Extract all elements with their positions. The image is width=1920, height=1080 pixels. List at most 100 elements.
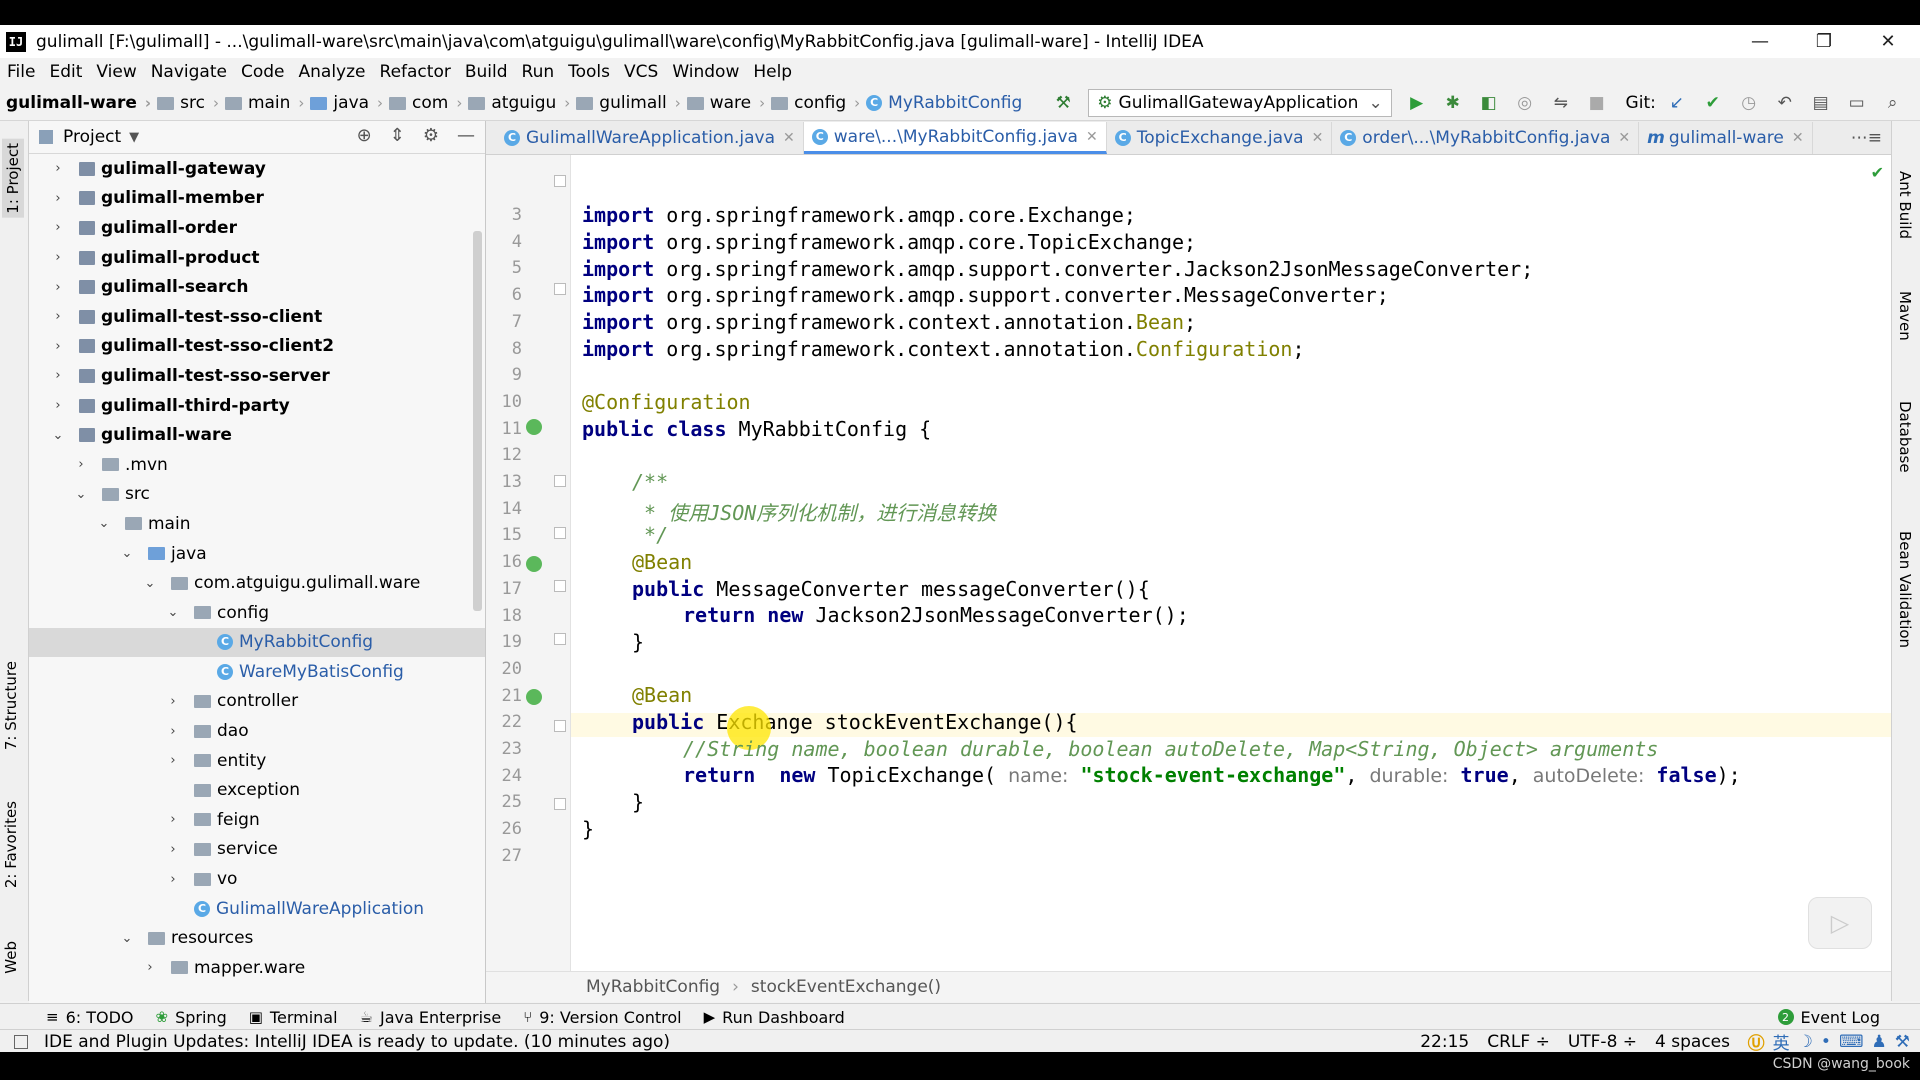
user-icon[interactable]: ♟ — [1872, 1032, 1887, 1052]
ime-logo-icon[interactable]: Ⓤ — [1748, 1029, 1765, 1052]
tree-item[interactable]: › dao — [29, 716, 485, 746]
todo-tool-button[interactable]: ≡ 6: TODO — [46, 1008, 134, 1027]
attach-icon[interactable]: ⇋ — [1550, 92, 1572, 114]
menu-vcs[interactable]: VCS — [617, 62, 665, 82]
run-config-select[interactable]: ⚙ GulimallGatewayApplication ⌄ — [1088, 89, 1392, 117]
tree-item[interactable]: › gulimall-test-sso-server — [29, 361, 485, 391]
close-icon[interactable]: ✕ — [1086, 129, 1098, 145]
wrench-icon[interactable]: ⚒ — [1895, 1032, 1910, 1052]
tree-item[interactable]: › gulimall-test-sso-client2 — [29, 332, 485, 362]
breadcrumb-class[interactable]: MyRabbitConfig — [586, 977, 720, 997]
fold-icon[interactable] — [554, 175, 566, 187]
spring-bean-icon[interactable] — [526, 689, 542, 705]
tab-gulimall-ware-pom[interactable]: m gulimall-ware ✕ — [1639, 122, 1813, 154]
menu-edit[interactable]: Edit — [42, 62, 89, 82]
tree-item[interactable]: ⌄ src — [29, 480, 485, 510]
chevron-right-icon[interactable]: › — [51, 280, 65, 295]
play-overlay-icon[interactable]: ▷ — [1808, 897, 1872, 949]
file-encoding[interactable]: UTF-8 ÷ — [1568, 1032, 1637, 1052]
chevron-right-icon[interactable]: › — [166, 724, 180, 739]
tab-gulimall-ware-application[interactable]: C GulimallWareApplication.java ✕ — [496, 122, 804, 154]
nav-crumb-main[interactable]: main › — [219, 93, 304, 113]
tree-item[interactable]: ⌄ config — [29, 598, 485, 628]
event-log-button[interactable]: 2 Event Log — [1777, 1008, 1880, 1027]
structure-tool-button[interactable]: 7: Structure — [2, 661, 20, 750]
chevron-right-icon[interactable]: › — [143, 960, 157, 975]
git-history-icon[interactable]: ◷ — [1738, 92, 1760, 114]
project-view-select[interactable]: Project — [63, 127, 121, 147]
menu-build[interactable]: Build — [458, 62, 515, 82]
tree-item[interactable]: › .mvn — [29, 450, 485, 480]
chevron-right-icon[interactable]: › — [51, 309, 65, 324]
fold-icon[interactable] — [554, 580, 566, 592]
restore-button[interactable]: ❐ — [1792, 25, 1856, 58]
tree-item[interactable]: › entity — [29, 746, 485, 776]
search-icon[interactable]: ⌕ — [1882, 92, 1904, 114]
git-rollback-icon[interactable]: ↶ — [1774, 92, 1796, 114]
git-commit-icon[interactable]: ✔ — [1702, 92, 1724, 114]
chevron-down-icon[interactable]: ⌄ — [166, 605, 180, 620]
fold-icon[interactable] — [554, 633, 566, 645]
chevron-right-icon[interactable]: › — [51, 250, 65, 265]
caret-position[interactable]: 22:15 — [1420, 1032, 1469, 1052]
java-enterprise-tool-button[interactable]: ☕ Java Enterprise — [360, 1008, 502, 1027]
menu-tools[interactable]: Tools — [561, 62, 617, 82]
presentation-icon[interactable]: ▭ — [1846, 92, 1868, 114]
toggle-tool-windows-icon[interactable] — [14, 1034, 28, 1049]
tree-item[interactable]: ⌄ main — [29, 509, 485, 539]
chevron-right-icon[interactable]: › — [166, 842, 180, 857]
chevron-right-icon[interactable]: › — [166, 812, 180, 827]
project-tool-button[interactable]: 1: Project — [2, 139, 24, 218]
terminal-tool-button[interactable]: ▣ Terminal — [249, 1008, 338, 1027]
nav-crumb-atguigu[interactable]: atguigu › — [462, 93, 570, 113]
hammer-build-icon[interactable]: ⚒ — [1052, 92, 1074, 114]
chevron-right-icon[interactable]: › — [166, 872, 180, 887]
chevron-down-icon[interactable]: ▼ — [129, 130, 139, 145]
code-editor[interactable]: 3 4 5 6 7 8 9 10 11 12 13 14 15 16 17 18 19 20 21 22 23 24 25 2… — [486, 155, 1892, 971]
spring-bean-icon[interactable] — [526, 419, 542, 435]
menu-refactor[interactable]: Refactor — [373, 62, 458, 82]
chevron-down-icon[interactable]: ⌄ — [143, 576, 157, 591]
git-update-icon[interactable]: ↙ — [1666, 92, 1688, 114]
run-icon[interactable]: ▶ — [1406, 92, 1428, 114]
gear-icon[interactable]: ⚙ — [423, 125, 439, 146]
tree-item[interactable]: › gulimall-test-sso-client — [29, 302, 485, 332]
line-separator[interactable]: CRLF ÷ — [1487, 1032, 1550, 1052]
close-button[interactable]: ✕ — [1856, 25, 1920, 58]
tree-item[interactable]: ⌄ gulimall-ware — [29, 420, 485, 450]
keyboard-icon[interactable]: ⌨ — [1839, 1032, 1864, 1052]
menu-view[interactable]: View — [89, 62, 143, 82]
nav-crumb-config[interactable]: config › — [765, 93, 860, 113]
tree-item[interactable]: › gulimall-product — [29, 243, 485, 273]
tree-item[interactable]: › gulimall-member — [29, 184, 485, 214]
chevron-right-icon[interactable]: › — [166, 694, 180, 709]
nav-crumb-src[interactable]: src › — [151, 93, 219, 113]
punctuation-icon[interactable]: • — [1821, 1032, 1831, 1052]
chevron-right-icon[interactable]: › — [166, 753, 180, 768]
tree-item[interactable]: › service — [29, 835, 485, 865]
tree-item[interactable]: C WareMyBatisConfig — [29, 657, 485, 687]
spring-bean-icon[interactable] — [526, 556, 542, 572]
tab-list-icon[interactable]: ⋯≡ — [1851, 122, 1882, 154]
web-tool-button[interactable]: Web — [2, 941, 20, 974]
chevron-right-icon[interactable]: › — [51, 398, 65, 413]
fold-icon[interactable] — [554, 283, 566, 295]
chevron-right-icon[interactable]: › — [51, 368, 65, 383]
menu-file[interactable]: File — [0, 62, 42, 82]
menu-analyze[interactable]: Analyze — [292, 62, 373, 82]
chevron-right-icon[interactable]: › — [51, 161, 65, 176]
tree-item[interactable]: › gulimall-search — [29, 272, 485, 302]
nav-crumb-com[interactable]: com › — [383, 93, 462, 113]
fold-icon[interactable] — [554, 475, 566, 487]
minimize-button[interactable]: — — [1728, 25, 1792, 58]
menu-run[interactable]: Run — [515, 62, 562, 82]
nav-crumb-class[interactable]: C MyRabbitConfig — [860, 93, 1022, 113]
hide-icon[interactable]: — — [457, 125, 475, 146]
tree-item[interactable]: › gulimall-order — [29, 213, 485, 243]
tree-item[interactable]: › gulimall-third-party — [29, 391, 485, 421]
menu-navigate[interactable]: Navigate — [144, 62, 234, 82]
debug-icon[interactable]: ✱ — [1442, 92, 1464, 114]
close-icon[interactable]: ✕ — [783, 130, 795, 146]
chevron-right-icon[interactable]: › — [51, 220, 65, 235]
fold-icon[interactable] — [554, 798, 566, 810]
